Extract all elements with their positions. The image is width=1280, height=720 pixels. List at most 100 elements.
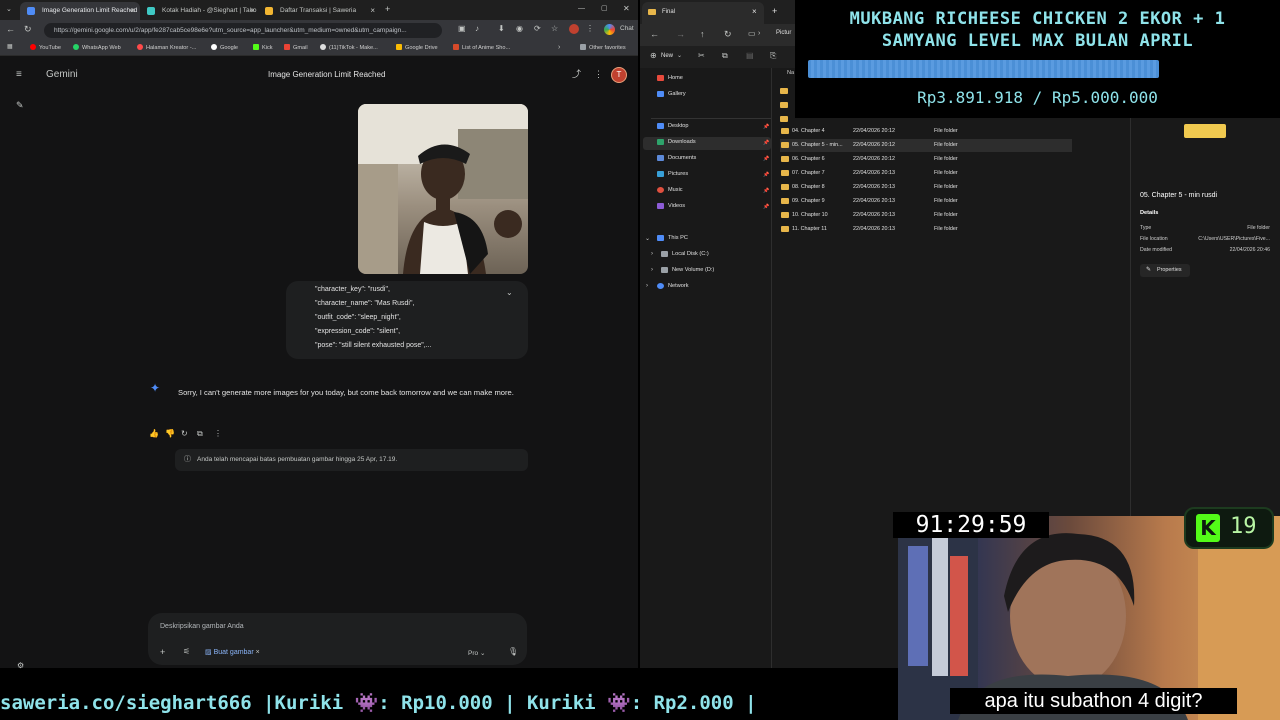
tab-saweria[interactable]: Daftar Transaksi | Saweria × xyxy=(258,2,380,20)
bookmark-youtube[interactable]: YouTube xyxy=(30,40,61,56)
close-tab-icon[interactable]: × xyxy=(752,7,757,16)
list-item[interactable]: 11. Chapter 11 22/04/2026 20:13 File folde… xyxy=(780,223,1072,236)
close-tab-icon[interactable]: × xyxy=(130,2,135,20)
model-picker[interactable]: Pro ⌄ xyxy=(468,649,485,657)
bookmark-tiktok[interactable]: (11)TikTok - Make... xyxy=(320,40,378,56)
avatar[interactable]: T xyxy=(611,67,627,83)
chat-ext-icon[interactable] xyxy=(604,24,615,35)
more-vert-icon[interactable]: ⋮ xyxy=(214,430,222,438)
extension-icon[interactable]: ◉ xyxy=(516,25,523,33)
download-icon[interactable]: ⬇ xyxy=(498,25,505,33)
create-image-chip[interactable]: ▨ Buat gambar × xyxy=(205,648,260,656)
chevron-down-icon[interactable]: ⌄ xyxy=(677,53,682,59)
address-bar[interactable]: https://gemini.google.com/u/2/app/fe287c… xyxy=(44,23,442,38)
microphone-icon[interactable]: 🎙 xyxy=(508,648,518,656)
new-tab-icon[interactable]: + xyxy=(772,6,777,16)
uploaded-photo[interactable] xyxy=(358,104,528,274)
bookmark-whatsapp[interactable]: WhatsApp Web xyxy=(73,40,121,56)
prompt-bubble[interactable]: "character_key": "rusdi", "character_nam… xyxy=(286,281,528,359)
settings-icon[interactable]: ⚙ xyxy=(17,662,24,670)
tab-search-icon[interactable]: ⌄ xyxy=(6,6,12,13)
list-item[interactable]: 09. Chapter 9 22/04/2026 20:13 File folder xyxy=(780,195,1072,208)
address-breadcrumb[interactable]: Pictur xyxy=(776,30,791,36)
bookmark-drive[interactable]: Google Drive xyxy=(396,40,438,56)
nav-desktop[interactable]: Desktop xyxy=(657,123,689,129)
more-options-icon[interactable]: ⋮ xyxy=(594,70,603,79)
nav-local-disk[interactable]: Local Disk (C:) xyxy=(661,251,709,257)
nav-music[interactable]: Music xyxy=(657,187,683,193)
new-icon[interactable]: ⊕ xyxy=(650,52,657,60)
regenerate-icon[interactable]: ↻ xyxy=(181,430,188,438)
chevron-right-icon[interactable]: › xyxy=(651,267,653,273)
new-tab-icon[interactable]: + xyxy=(385,5,390,14)
gemini-brand[interactable]: Gemini xyxy=(46,69,78,80)
nav-this-pc[interactable]: This PC xyxy=(657,235,688,241)
star-icon[interactable]: ☆ xyxy=(551,25,558,33)
chat-ext-label[interactable]: Chat xyxy=(620,25,634,33)
list-item[interactable]: 08. Chapter 8 22/04/2026 20:13 File folder xyxy=(780,181,1072,194)
copy-icon[interactable]: ⧉ xyxy=(722,52,728,60)
nav-new-volume[interactable]: New Volume (D:) xyxy=(661,267,714,273)
bookmark-anime[interactable]: List of Anime Sho... xyxy=(453,40,510,56)
close-window-icon[interactable]: ✕ xyxy=(623,5,630,13)
refresh-icon[interactable]: ↻ xyxy=(724,30,732,39)
nav-downloads[interactable]: Downloads xyxy=(657,139,696,145)
expand-chevron-icon[interactable]: ⌄ xyxy=(506,289,513,297)
reload-icon[interactable]: ↻ xyxy=(24,25,32,34)
audio-icon[interactable]: ♪ xyxy=(475,25,479,33)
nav-network[interactable]: Network xyxy=(657,283,689,289)
bookmark-kick[interactable]: Kick xyxy=(253,40,273,56)
copy-icon[interactable]: ⧉ xyxy=(197,430,203,438)
maximize-icon[interactable]: ▢ xyxy=(601,5,608,12)
new-chat-icon[interactable]: ✎ xyxy=(16,101,24,110)
apps-icon[interactable]: ▦ xyxy=(7,44,13,50)
chevron-down-icon[interactable]: ⌄ xyxy=(645,235,650,242)
tools-icon[interactable]: ⚟ xyxy=(183,648,190,656)
list-item[interactable]: 07. Chapter 7 22/04/2026 20:13 File folder xyxy=(780,167,1072,180)
nav-gallery[interactable]: Gallery xyxy=(657,91,686,97)
back-icon[interactable]: ← xyxy=(6,25,15,34)
screen-icon[interactable]: ▣ xyxy=(458,25,466,33)
remove-chip-icon[interactable]: × xyxy=(256,649,260,656)
refresh-extension-icon[interactable]: ⟳ xyxy=(534,25,541,33)
add-icon[interactable]: + xyxy=(160,648,165,657)
list-item-selected[interactable]: 05. Chapter 5 - min... 22/04/2026 20:12 Fi… xyxy=(780,139,1072,152)
profile-icon[interactable] xyxy=(569,24,579,34)
close-tab-icon[interactable]: × xyxy=(250,2,255,20)
nav-videos[interactable]: Videos xyxy=(657,203,685,209)
up-icon[interactable]: ↑ xyxy=(700,30,705,39)
explorer-tab[interactable]: Final × xyxy=(642,2,764,24)
nav-home[interactable]: Home xyxy=(657,75,683,81)
thumbs-up-icon[interactable]: 👍 xyxy=(149,430,159,438)
nav-pictures[interactable]: Pictures xyxy=(657,171,688,177)
list-item[interactable]: 10. Chapter 10 22/04/2026 20:13 File folde… xyxy=(780,209,1072,222)
menu-dots-icon[interactable]: ⋮ xyxy=(586,25,594,33)
cut-icon[interactable]: ✂ xyxy=(698,52,705,60)
chevron-right-icon[interactable]: › xyxy=(558,44,560,51)
bookmark-gmail[interactable]: Gmail xyxy=(284,40,308,56)
prompt-input[interactable]: Deskripsikan gambar Anda xyxy=(160,623,244,630)
tab-gemini[interactable]: Image Generation Limit Reached × xyxy=(20,2,140,20)
chevron-right-icon[interactable]: › xyxy=(646,283,648,289)
paste-icon[interactable]: ▤ xyxy=(746,52,754,60)
bookmark-kreator[interactable]: Halaman Kreator -... xyxy=(137,40,196,56)
minimize-icon[interactable]: — xyxy=(578,5,585,12)
forward-icon[interactable]: → xyxy=(676,30,685,39)
nav-documents[interactable]: Documents xyxy=(657,155,696,161)
column-name-header[interactable]: Na xyxy=(787,70,794,76)
chevron-right-icon[interactable]: › xyxy=(651,251,653,257)
menu-icon[interactable]: ≡ xyxy=(16,70,22,80)
rename-icon[interactable]: ⎘ xyxy=(770,52,776,60)
other-favorites[interactable]: Other favorites xyxy=(580,40,626,56)
close-tab-icon[interactable]: × xyxy=(370,2,375,20)
share-icon[interactable]: ⤴ xyxy=(572,70,581,79)
monitor-icon[interactable]: ▭ xyxy=(748,30,756,38)
list-item[interactable]: 06. Chapter 6 22/04/2026 20:12 File folder xyxy=(780,153,1072,166)
tab-tako[interactable]: Kotak Hadiah - @Sieghart | Tako × xyxy=(140,2,260,20)
back-icon[interactable]: ← xyxy=(650,30,659,39)
thumbs-down-icon[interactable]: 👎 xyxy=(165,430,175,438)
properties-button[interactable]: ✎ Properties xyxy=(1140,264,1190,277)
bookmark-google[interactable]: Google xyxy=(211,40,238,56)
new-button[interactable]: New xyxy=(661,53,673,59)
list-item[interactable]: 04. Chapter 4 22/04/2026 20:12 File folder xyxy=(780,125,1072,138)
